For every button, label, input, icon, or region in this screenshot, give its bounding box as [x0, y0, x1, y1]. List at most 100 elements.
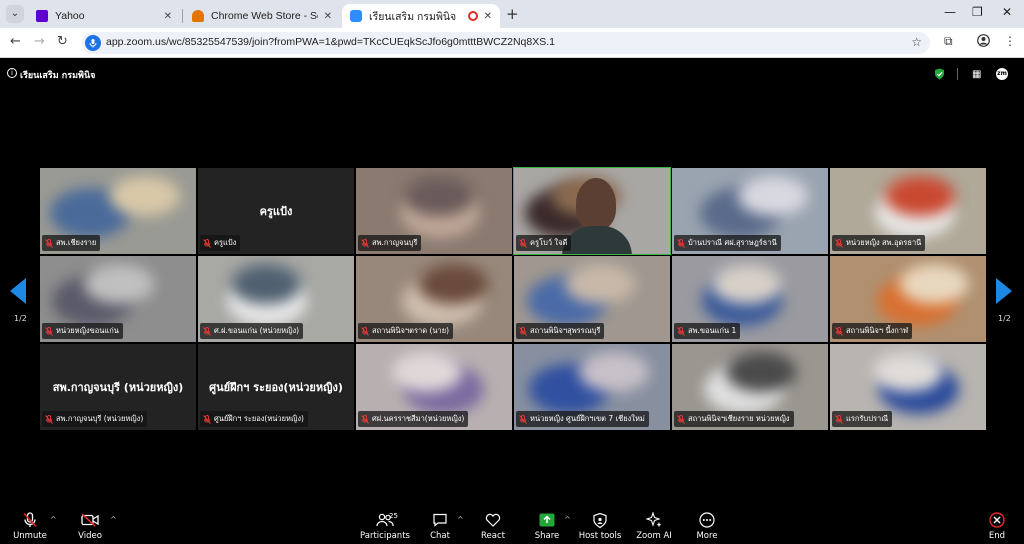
chrome-web-store-favicon-icon	[192, 10, 204, 22]
participant-video-tile[interactable]: บ้านปราณี ศฝ.สุราษฎร์ธานี	[672, 168, 828, 254]
mic-muted-icon	[203, 414, 211, 424]
participant-display-name: สพ.กาญจนบุรี (หน่วยหญิง)	[52, 381, 184, 394]
minimize-icon[interactable]: —	[944, 5, 956, 19]
next-page-arrow-icon[interactable]	[996, 278, 1012, 304]
participant-video-tile[interactable]: ศฝ.นครราชสีมา(หน่วยหญิง)	[356, 344, 512, 430]
browser-tab-bar: ⌄ Yahoo ✕ Chrome Web Store - Search Re ✕…	[0, 0, 1024, 28]
host-tools-button[interactable]: Host tools	[572, 512, 628, 541]
restore-icon[interactable]: ❐	[972, 5, 983, 19]
ai-sparkle-icon	[626, 512, 682, 528]
participant-name: สพ.กาญจนบุรี	[372, 238, 418, 247]
participant-nameplate: หน่วยหญิงขอนแก่น	[42, 323, 123, 339]
profile-avatar-icon[interactable]	[977, 34, 990, 50]
browser-toolbar: ← → ↻ app.zoom.us/wc/85325547539/join?fr…	[0, 28, 1024, 58]
participant-video-tile[interactable]: ครูโบว์ ใจดี	[513, 167, 671, 255]
video-blur-region	[84, 264, 154, 304]
close-window-icon[interactable]: ✕	[1002, 5, 1012, 19]
video-blur-region	[873, 352, 943, 392]
participant-video-tile[interactable]: สพ.กาญจนบุรี (หน่วยหญิง) สพ.กาญจนบุรี (หน…	[40, 344, 196, 430]
participant-name: แรกรับปราณี	[846, 414, 889, 423]
new-tab-icon[interactable]: +	[506, 5, 519, 23]
previous-page-arrow-icon[interactable]	[10, 278, 26, 304]
participant-name: สถานพินิจฯ นี้งกาฬ	[846, 326, 909, 335]
participant-video-tile[interactable]: สถานพินิจฯ นี้งกาฬ	[830, 256, 986, 342]
participant-video-tile[interactable]: ศูนย์ฝึกฯ ระยอง(หน่วยหญิง) ศูนย์ฝึกฯ ระยอ…	[198, 344, 354, 430]
video-blur-region	[110, 176, 180, 216]
participant-video-tile[interactable]: หน่วยหญิงขอนแก่น	[40, 256, 196, 342]
participant-name: สถานพินิจฯสุพรรณบุรี	[530, 326, 601, 335]
video-blur-region	[726, 352, 796, 392]
close-tab-icon[interactable]: ✕	[484, 11, 492, 22]
forward-arrow-icon[interactable]: →	[34, 34, 45, 49]
tab-zoom-meeting[interactable]: เรียนเสริม กรมพินิจ ✕	[342, 4, 500, 28]
recording-indicator-icon	[467, 11, 478, 21]
participant-video-tile[interactable]: หน่วยหญิง ศูนย์ฝึกฯเขต 7 เชียงใหม่	[514, 344, 670, 430]
mic-muted-icon	[45, 414, 53, 424]
heart-icon	[465, 512, 521, 528]
participant-video-tile[interactable]: สถานพินิจฯสุพรรณบุรี	[514, 256, 670, 342]
extensions-puzzle-icon[interactable]: ⧉	[944, 34, 953, 49]
participants-button[interactable]: 25 Participants	[357, 512, 413, 541]
meeting-info-icon[interactable]: i	[7, 68, 17, 78]
participant-nameplate: สพ.กาญจนบุรี	[358, 235, 422, 251]
back-arrow-icon[interactable]: ←	[10, 34, 21, 49]
address-bar[interactable]: app.zoom.us/wc/85325547539/join?fromPWA=…	[82, 32, 930, 54]
chat-options-chevron-icon[interactable]: ^	[457, 515, 464, 524]
video-blur-region	[899, 264, 969, 304]
tab-search-chevron-icon[interactable]: ⌄	[6, 5, 24, 23]
participant-video-tile[interactable]: สถานพินิจฯตราด (นาย)	[356, 256, 512, 342]
tab-title: Chrome Web Store - Search Re	[211, 10, 318, 22]
chat-label: Chat	[430, 531, 450, 541]
participant-video-tile[interactable]: สพ.ขอนแก่น 1	[672, 256, 828, 342]
mic-muted-icon	[361, 326, 369, 336]
bookmark-star-icon[interactable]: ☆	[911, 35, 922, 49]
participant-video-tile[interactable]: หน่วยหญิง สพ.อุดรธานี	[830, 168, 986, 254]
video-blur-region	[404, 176, 474, 216]
end-button[interactable]: End	[969, 512, 1024, 541]
video-blur-region	[712, 264, 782, 304]
close-tab-icon[interactable]: ✕	[324, 11, 332, 22]
participant-video-tile[interactable]: สพ.กาญจนบุรี	[356, 168, 512, 254]
participants-label: Participants	[360, 531, 410, 541]
end-label: End	[988, 531, 1006, 541]
participant-name: บ้านปราณี ศฝ.สุราษฎร์ธานี	[688, 238, 777, 247]
mic-muted-icon	[361, 238, 369, 248]
participant-video-tile[interactable]: ศ.ฝ.ขอนแก่น (หน่วยหญิง)	[198, 256, 354, 342]
audio-options-chevron-icon[interactable]: ^	[50, 515, 57, 524]
react-button[interactable]: React	[465, 512, 521, 541]
browser-menu-icon[interactable]: ⋮	[1004, 34, 1016, 48]
close-tab-icon[interactable]: ✕	[164, 11, 172, 22]
meeting-controls: Unmute ^ Video ^ 25 Participants Chat ^ …	[0, 508, 1024, 544]
participant-nameplate: สพ.กาญจนบุรี (หน่วยหญิง)	[42, 411, 148, 427]
participant-name: หน่วยหญิง ศูนย์ฝึกฯเขต 7 เชียงใหม่	[530, 414, 645, 423]
participant-video-tile[interactable]: สถานพินิจฯเชียงราย หน่วยหญิง	[672, 344, 828, 430]
video-options-chevron-icon[interactable]: ^	[110, 515, 117, 524]
mic-muted-icon	[519, 238, 527, 248]
video-blur-region	[579, 352, 649, 392]
participant-nameplate: ศ.ฝ.ขอนแก่น (หน่วยหญิง)	[200, 323, 304, 339]
share-options-chevron-icon[interactable]: ^	[564, 515, 571, 524]
participant-video-tile[interactable]: ครูแป้ง ครูแป้ง	[198, 168, 354, 254]
participant-nameplate: สพ.เชียงราย	[42, 235, 101, 251]
reload-icon[interactable]: ↻	[57, 34, 68, 49]
encryption-shield-icon[interactable]	[934, 68, 945, 80]
participant-name: สพ.เชียงราย	[56, 238, 97, 247]
meeting-title[interactable]: เรียนเสริม กรมพินิจ	[20, 68, 95, 82]
participant-nameplate: ศูนย์ฝึกฯ ระยอง(หน่วยหญิง)	[200, 411, 308, 427]
participant-video-tile[interactable]: แรกรับปราณี	[830, 344, 986, 430]
participant-name: สถานพินิจฯเชียงราย หน่วยหญิง	[688, 414, 790, 423]
participant-display-name: ครูแป้ง	[259, 205, 293, 218]
mic-muted-icon	[835, 326, 843, 336]
participant-video-tile[interactable]: สพ.เชียงราย	[40, 168, 196, 254]
zoom-ai-button[interactable]: Zoom AI	[626, 512, 682, 541]
yahoo-favicon-icon	[36, 10, 48, 22]
zoom-app-icon[interactable]: zm	[996, 68, 1008, 80]
site-info-icon[interactable]	[85, 35, 101, 51]
more-button[interactable]: More	[679, 512, 735, 541]
video-blur-region	[738, 176, 808, 216]
tab-yahoo[interactable]: Yahoo ✕	[28, 4, 180, 28]
tab-chrome-web-store[interactable]: Chrome Web Store - Search Re ✕	[184, 4, 340, 28]
participant-name: ศูนย์ฝึกฯ ระยอง(หน่วยหญิง)	[214, 414, 304, 423]
participant-name: ครูแป้ง	[214, 238, 237, 247]
view-grid-icon[interactable]: ▦	[972, 69, 981, 80]
